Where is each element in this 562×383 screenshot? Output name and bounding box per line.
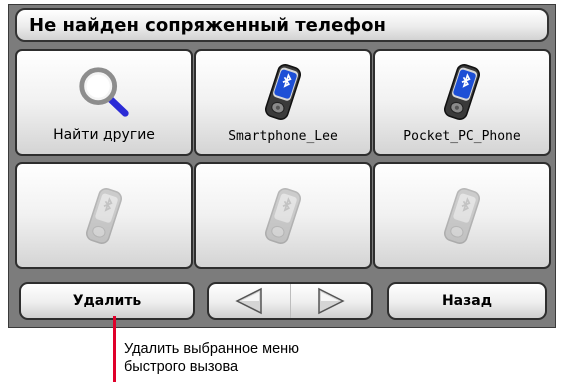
tile-label: Pocket_PC_Phone <box>403 129 521 144</box>
callout-text: Удалить выбранное меню быстрого вызова <box>124 340 299 376</box>
tile-label: Smartphone_Lee <box>228 129 338 144</box>
device-screen: Не найден сопряженный телефон Найти друг… <box>8 4 556 328</box>
callout-line-2: быстрого вызова <box>124 359 239 375</box>
back-button[interactable]: Назад <box>387 282 547 320</box>
tile-label: Найти другие <box>53 126 155 143</box>
bluetooth-phone-disabled-icon <box>262 185 304 247</box>
bluetooth-phone-disabled-icon <box>441 185 483 247</box>
callout-pointer-line <box>113 316 116 382</box>
arrow-left-icon <box>235 287 262 315</box>
bluetooth-phone-disabled-icon <box>83 185 125 247</box>
tile-empty-slot[interactable] <box>194 162 372 269</box>
delete-button[interactable]: Удалить <box>19 282 195 320</box>
tile-empty-slot[interactable] <box>15 162 193 269</box>
bluetooth-phone-icon <box>262 61 304 123</box>
tile-find-others[interactable]: Найти другие <box>15 49 193 156</box>
bottom-toolbar: Удалить Назад <box>15 278 551 324</box>
magnifier-icon <box>75 63 133 121</box>
phone-grid: Найти другие Smartphone_Lee Pocket_PC_Ph… <box>15 49 551 269</box>
bluetooth-phone-icon <box>441 61 483 123</box>
arrow-right-icon <box>318 287 345 315</box>
next-page-button[interactable] <box>289 284 372 318</box>
tile-empty-slot[interactable] <box>373 162 551 269</box>
page-title: Не найден сопряженный телефон <box>15 8 549 42</box>
page-arrows <box>207 282 373 320</box>
previous-page-button[interactable] <box>209 284 290 318</box>
tile-phone-pocket-pc[interactable]: Pocket_PC_Phone <box>373 49 551 156</box>
tile-phone-smartphone-lee[interactable]: Smartphone_Lee <box>194 49 372 156</box>
callout-line-1: Удалить выбранное меню <box>124 341 300 357</box>
